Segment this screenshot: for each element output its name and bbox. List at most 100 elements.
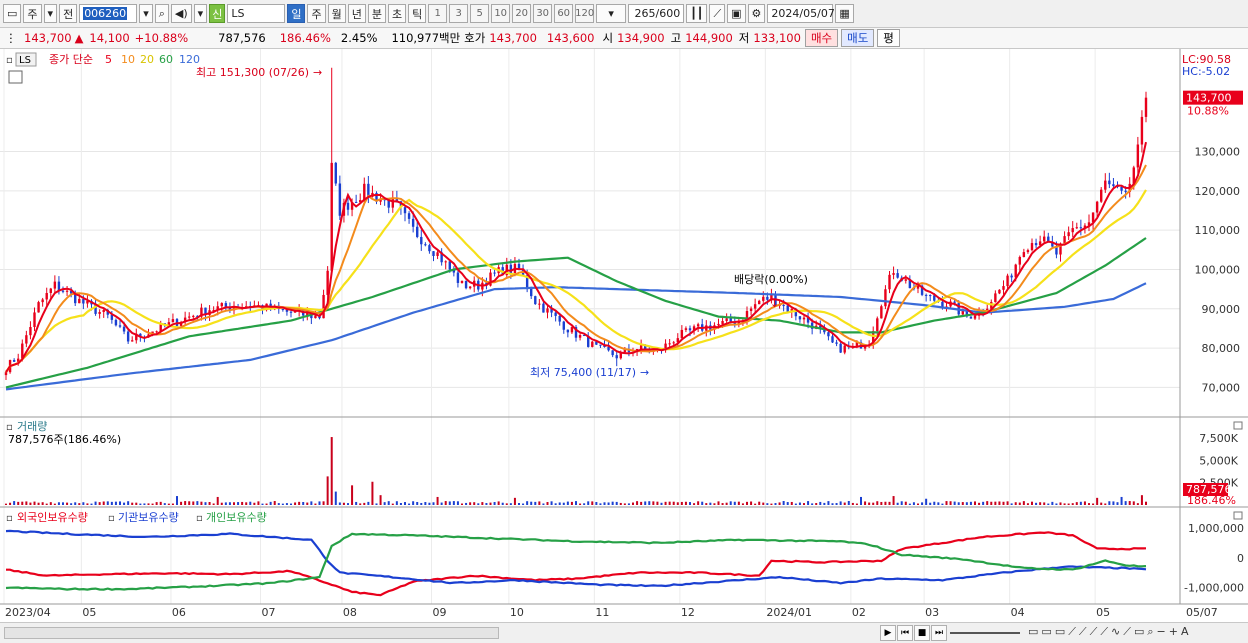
zoom-slider[interactable] [950, 632, 1020, 634]
tf-button-second[interactable]: 초 [387, 4, 407, 23]
price-grid: 70,000 80,000 90,000 100,000 110,000 120,000 1… [0, 49, 1240, 604]
tool-icon[interactable]: ▭ [1134, 625, 1144, 639]
sell-button[interactable]: 매도 [841, 29, 875, 47]
scroll-last-icon[interactable]: ⏭ [931, 625, 947, 641]
tool-icon[interactable]: ⟋ [1079, 625, 1087, 639]
tool-icon[interactable]: ⟋ [1100, 625, 1108, 639]
num-button[interactable]: 5 [470, 4, 490, 23]
num-button[interactable]: 30 [533, 4, 553, 23]
save-icon[interactable]: ▣ [727, 4, 746, 23]
candle-body [322, 294, 325, 319]
num-button[interactable]: 1 [428, 4, 448, 23]
tf-button-year[interactable]: 년 [347, 4, 366, 23]
volume-bar [1075, 502, 1078, 505]
stock-chart[interactable]: 70,000 80,000 90,000 100,000 110,000 120,000 1… [0, 49, 1248, 622]
scroll-right-icon[interactable]: ▶ [880, 625, 896, 641]
window-icon[interactable]: ▭ [3, 4, 22, 23]
tf-button-tick[interactable]: 틱 [408, 4, 427, 23]
volume-bar [1136, 503, 1139, 505]
buy-button[interactable]: 매수 [804, 29, 839, 47]
tool-icon[interactable]: ▭ [1028, 625, 1038, 639]
scroll-first-icon[interactable]: ⏮ [897, 625, 913, 641]
volume-bar [770, 503, 773, 505]
speaker-icon[interactable]: ◀) [170, 4, 192, 23]
stop-icon[interactable]: ■ [914, 625, 930, 641]
minus-icon[interactable]: − [1157, 625, 1166, 639]
code-dropdown-icon[interactable]: ▾ [139, 4, 153, 23]
volume-bar [1059, 502, 1062, 505]
tool-icon[interactable]: ∿ [1111, 625, 1120, 639]
num-button[interactable]: 20 [512, 4, 532, 23]
tool-icon[interactable]: ▭ [1055, 625, 1065, 639]
volume-current-pct: 186.46% [1187, 494, 1236, 507]
volume-bar [123, 502, 126, 505]
calendar-icon[interactable]: ▦ [835, 4, 854, 23]
volume-bar [562, 502, 565, 505]
svg-text:▫: ▫ [108, 513, 115, 524]
candle-body [416, 226, 419, 237]
volume-bar [318, 501, 321, 505]
tf-button-day[interactable]: 일 [287, 4, 306, 23]
tool-icon[interactable]: ▭ [1041, 625, 1051, 639]
volume-bar [941, 503, 944, 505]
zoom-icon[interactable]: ⌕ [1147, 625, 1153, 639]
dropdown-arrow-icon[interactable]: ▾ [43, 4, 58, 23]
volume-bar [676, 502, 679, 505]
pane-close-icon[interactable] [1233, 511, 1243, 520]
volume-bar [21, 501, 24, 505]
volume-bar [709, 502, 712, 505]
volume-bar [436, 496, 439, 505]
average-button[interactable]: 평 [877, 29, 900, 47]
tool-icon[interactable]: ⟋ [1090, 625, 1098, 639]
num-button[interactable]: 60 [554, 4, 574, 23]
plus-icon[interactable]: + [1169, 625, 1178, 639]
volume-bar [334, 491, 337, 505]
tool-icon[interactable]: ⟋ [1068, 625, 1076, 639]
volume-bar [701, 501, 704, 505]
horizontal-scrollbar[interactable] [4, 627, 499, 639]
quote-menu-icon[interactable]: ⋮ [0, 31, 22, 45]
volume-bar [741, 503, 744, 505]
volume-bar [135, 502, 138, 505]
tf-button-minute[interactable]: 분 [367, 4, 386, 23]
candle-body [53, 281, 57, 289]
volume-bar [233, 502, 235, 505]
volume-bar [1071, 503, 1074, 505]
candle-body [611, 350, 614, 356]
volume-bar [355, 501, 358, 505]
volume-bar [896, 502, 899, 505]
custom-count-dropdown[interactable]: ▾ [596, 4, 627, 23]
volume-bar [1124, 501, 1127, 505]
candle-body [749, 308, 753, 312]
line-tool-icon[interactable]: ⟋ [709, 4, 726, 23]
num-button[interactable]: 120 [575, 4, 594, 23]
volume-bar [957, 502, 960, 505]
candle-type-icon[interactable]: ┃┃ [686, 4, 708, 23]
pane-close-icon[interactable] [1233, 421, 1243, 430]
stock-name-field[interactable]: LS [227, 4, 286, 23]
volume-bar [868, 502, 871, 505]
period-button-week[interactable]: 주 [23, 4, 42, 23]
num-button[interactable]: 3 [449, 4, 469, 23]
speaker-dropdown-icon[interactable]: ▾ [193, 4, 208, 23]
table-icon[interactable] [8, 70, 23, 84]
gear-icon[interactable]: ⚙ [747, 4, 766, 23]
candle-body [1075, 227, 1078, 229]
volume-tick-label: 7,500K [1199, 432, 1238, 445]
tool-icon[interactable]: ⟋ [1123, 625, 1131, 639]
candle-body [696, 324, 700, 327]
tf-button-month[interactable]: 월 [327, 4, 346, 23]
volume-bar [45, 503, 48, 505]
volume-bar [680, 501, 683, 505]
candle-body [973, 315, 977, 319]
prev-button[interactable]: 전 [59, 4, 78, 23]
search-icon[interactable]: ⌕ [154, 4, 169, 23]
tf-button-week[interactable]: 주 [307, 4, 326, 23]
stock-code-input[interactable]: 006260 [79, 4, 138, 23]
volume-bar [522, 503, 525, 505]
volume-bar [978, 502, 981, 505]
date-input[interactable]: 2024/05/07 [767, 4, 835, 23]
data-count-field[interactable]: 265/600 [628, 4, 685, 23]
num-button[interactable]: 10 [491, 4, 511, 23]
font-icon[interactable]: A [1181, 625, 1189, 639]
